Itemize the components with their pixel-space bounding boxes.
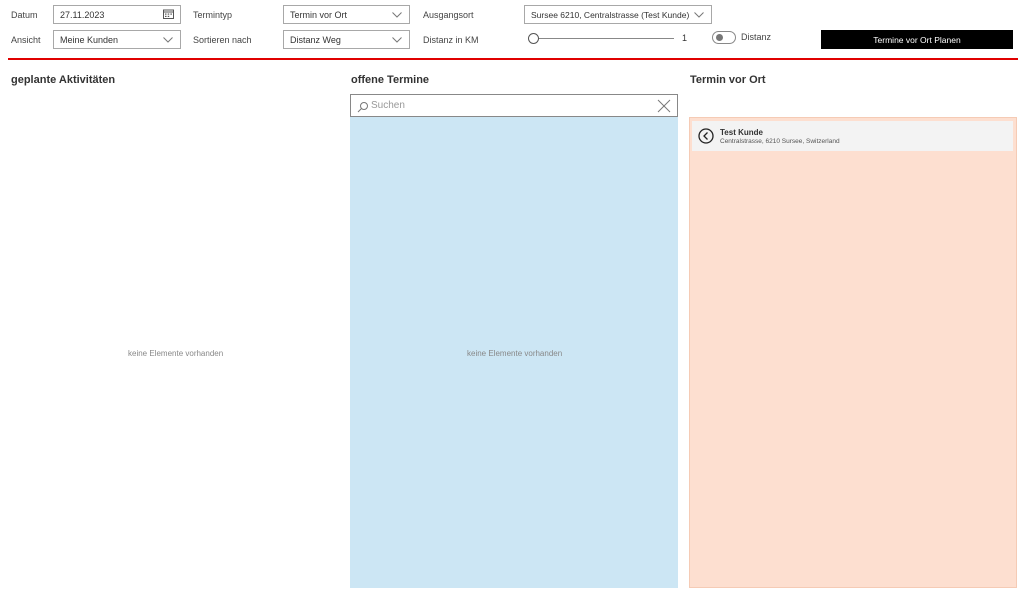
termintyp-label: Termintyp	[193, 10, 233, 20]
ansicht-dropdown[interactable]: Meine Kunden	[53, 30, 181, 49]
datum-label: Datum	[11, 10, 38, 20]
distanz-toggle[interactable]	[712, 31, 736, 44]
search-icon	[357, 100, 369, 112]
ausgangsort-label: Ausgangsort	[423, 10, 474, 20]
chevron-down-icon	[391, 35, 403, 45]
termintyp-value: Termin vor Ort	[290, 9, 348, 20]
search-input[interactable]: Suchen	[371, 100, 657, 111]
ansicht-label: Ansicht	[11, 35, 41, 45]
geplante-title: geplante Aktivitäten	[11, 74, 116, 86]
chevron-down-icon	[391, 10, 403, 20]
close-icon[interactable]	[657, 99, 671, 113]
item-address: Centralstrasse, 6210 Sursee, Switzerland	[720, 137, 840, 145]
plan-termine-button[interactable]: Termine vor Ort Planen	[821, 30, 1013, 49]
vor-ort-title: Termin vor Ort	[690, 74, 766, 86]
calendar-icon[interactable]	[163, 9, 174, 21]
ansicht-value: Meine Kunden	[60, 34, 119, 45]
offene-title: offene Termine	[351, 74, 430, 86]
sortieren-label: Sortieren nach	[193, 35, 252, 45]
offene-empty-text: keine Elemente vorhanden	[467, 349, 563, 358]
chevron-down-icon	[162, 35, 174, 45]
termintyp-dropdown[interactable]: Termin vor Ort	[283, 5, 410, 24]
ausgangsort-dropdown[interactable]: Sursee 6210, Centralstrasse (Test Kunde)	[524, 5, 712, 24]
distanz-slider-track[interactable]	[535, 38, 674, 39]
item-name: Test Kunde	[720, 127, 763, 137]
distanz-km-label: Distanz in KM	[423, 35, 479, 45]
sortieren-dropdown[interactable]: Distanz Weg	[283, 30, 410, 49]
datum-field[interactable]: 27.11.2023	[53, 5, 181, 24]
back-arrow-icon[interactable]	[698, 128, 714, 144]
chevron-down-icon	[693, 10, 705, 20]
list-item[interactable]: Test Kunde Centralstrasse, 6210 Sursee, …	[692, 121, 1013, 151]
distanz-toggle-label: Distanz	[741, 32, 772, 42]
distanz-slider-handle[interactable]	[528, 33, 539, 44]
geplante-empty-text: keine Elemente vorhanden	[128, 349, 224, 358]
ausgangsort-value: Sursee 6210, Centralstrasse (Test Kunde)	[531, 9, 690, 20]
distanz-slider-value: 1	[682, 33, 688, 43]
vor-ort-list[interactable]	[689, 117, 1017, 588]
datum-value: 27.11.2023	[60, 9, 105, 20]
header-divider	[8, 58, 1018, 60]
sortieren-value: Distanz Weg	[290, 34, 341, 45]
search-box[interactable]: Suchen	[350, 94, 678, 117]
